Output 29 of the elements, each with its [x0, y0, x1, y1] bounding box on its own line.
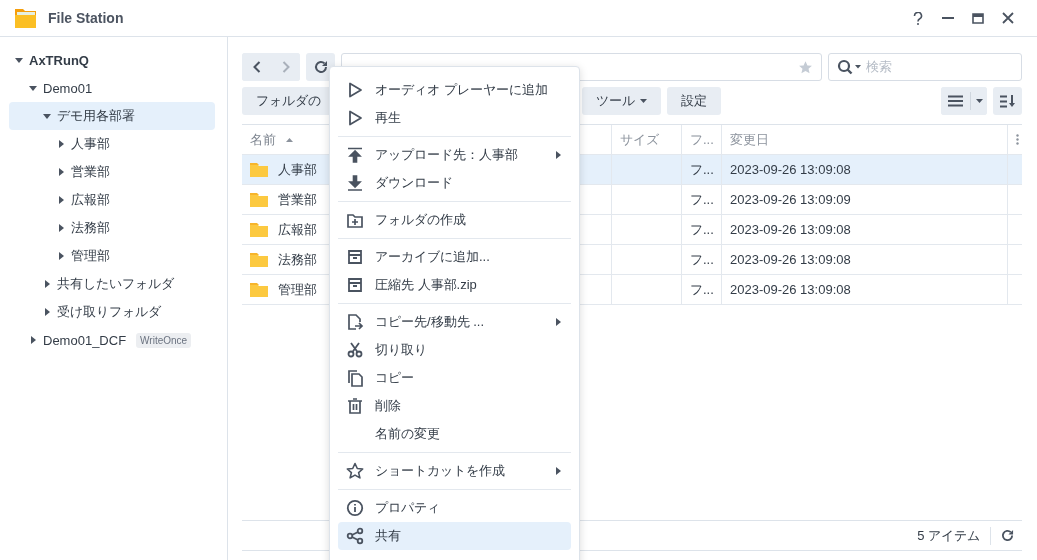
window-title: File Station [48, 10, 124, 26]
item-count: 5 アイテム [917, 526, 980, 545]
table-cell: 営業部 [278, 190, 317, 209]
tree-label: 法務部 [71, 219, 110, 237]
table-cell: フ... [690, 160, 714, 179]
table-cell: 広報部 [278, 220, 317, 239]
tree-label: 営業部 [71, 163, 110, 181]
tree-label: 広報部 [71, 191, 110, 209]
tree-label: Demo01 [43, 80, 93, 96]
tree-label: 共有したいフォルダ [57, 275, 174, 293]
tree-label: Demo01_DCF [43, 332, 127, 348]
table-cell: 2023-09-26 13:09:08 [730, 222, 851, 237]
tree-label: 管理部 [71, 247, 110, 265]
tree-label: デモ用各部署 [57, 107, 135, 125]
table-cell: フ... [690, 280, 714, 299]
table-cell: フ... [690, 190, 714, 209]
tree-label: 人事部 [71, 135, 110, 153]
table-cell: 2023-09-26 13:09:09 [730, 192, 851, 207]
table-cell: フ... [690, 250, 714, 269]
table-cell: 2023-09-26 13:09:08 [730, 252, 851, 267]
table-cell: フ... [690, 220, 714, 239]
table-cell: 2023-09-26 13:09:08 [730, 162, 851, 177]
table-cell: 2023-09-26 13:09:08 [730, 282, 851, 297]
table-cell: 人事部 [278, 160, 317, 179]
tag: WriteOnce [136, 332, 192, 348]
tree-label: 受け取りフォルダ [57, 303, 161, 321]
table-cell: 管理部 [278, 280, 317, 299]
table-cell: 法務部 [278, 250, 317, 269]
tree-label: AxTRunQ [29, 52, 89, 68]
